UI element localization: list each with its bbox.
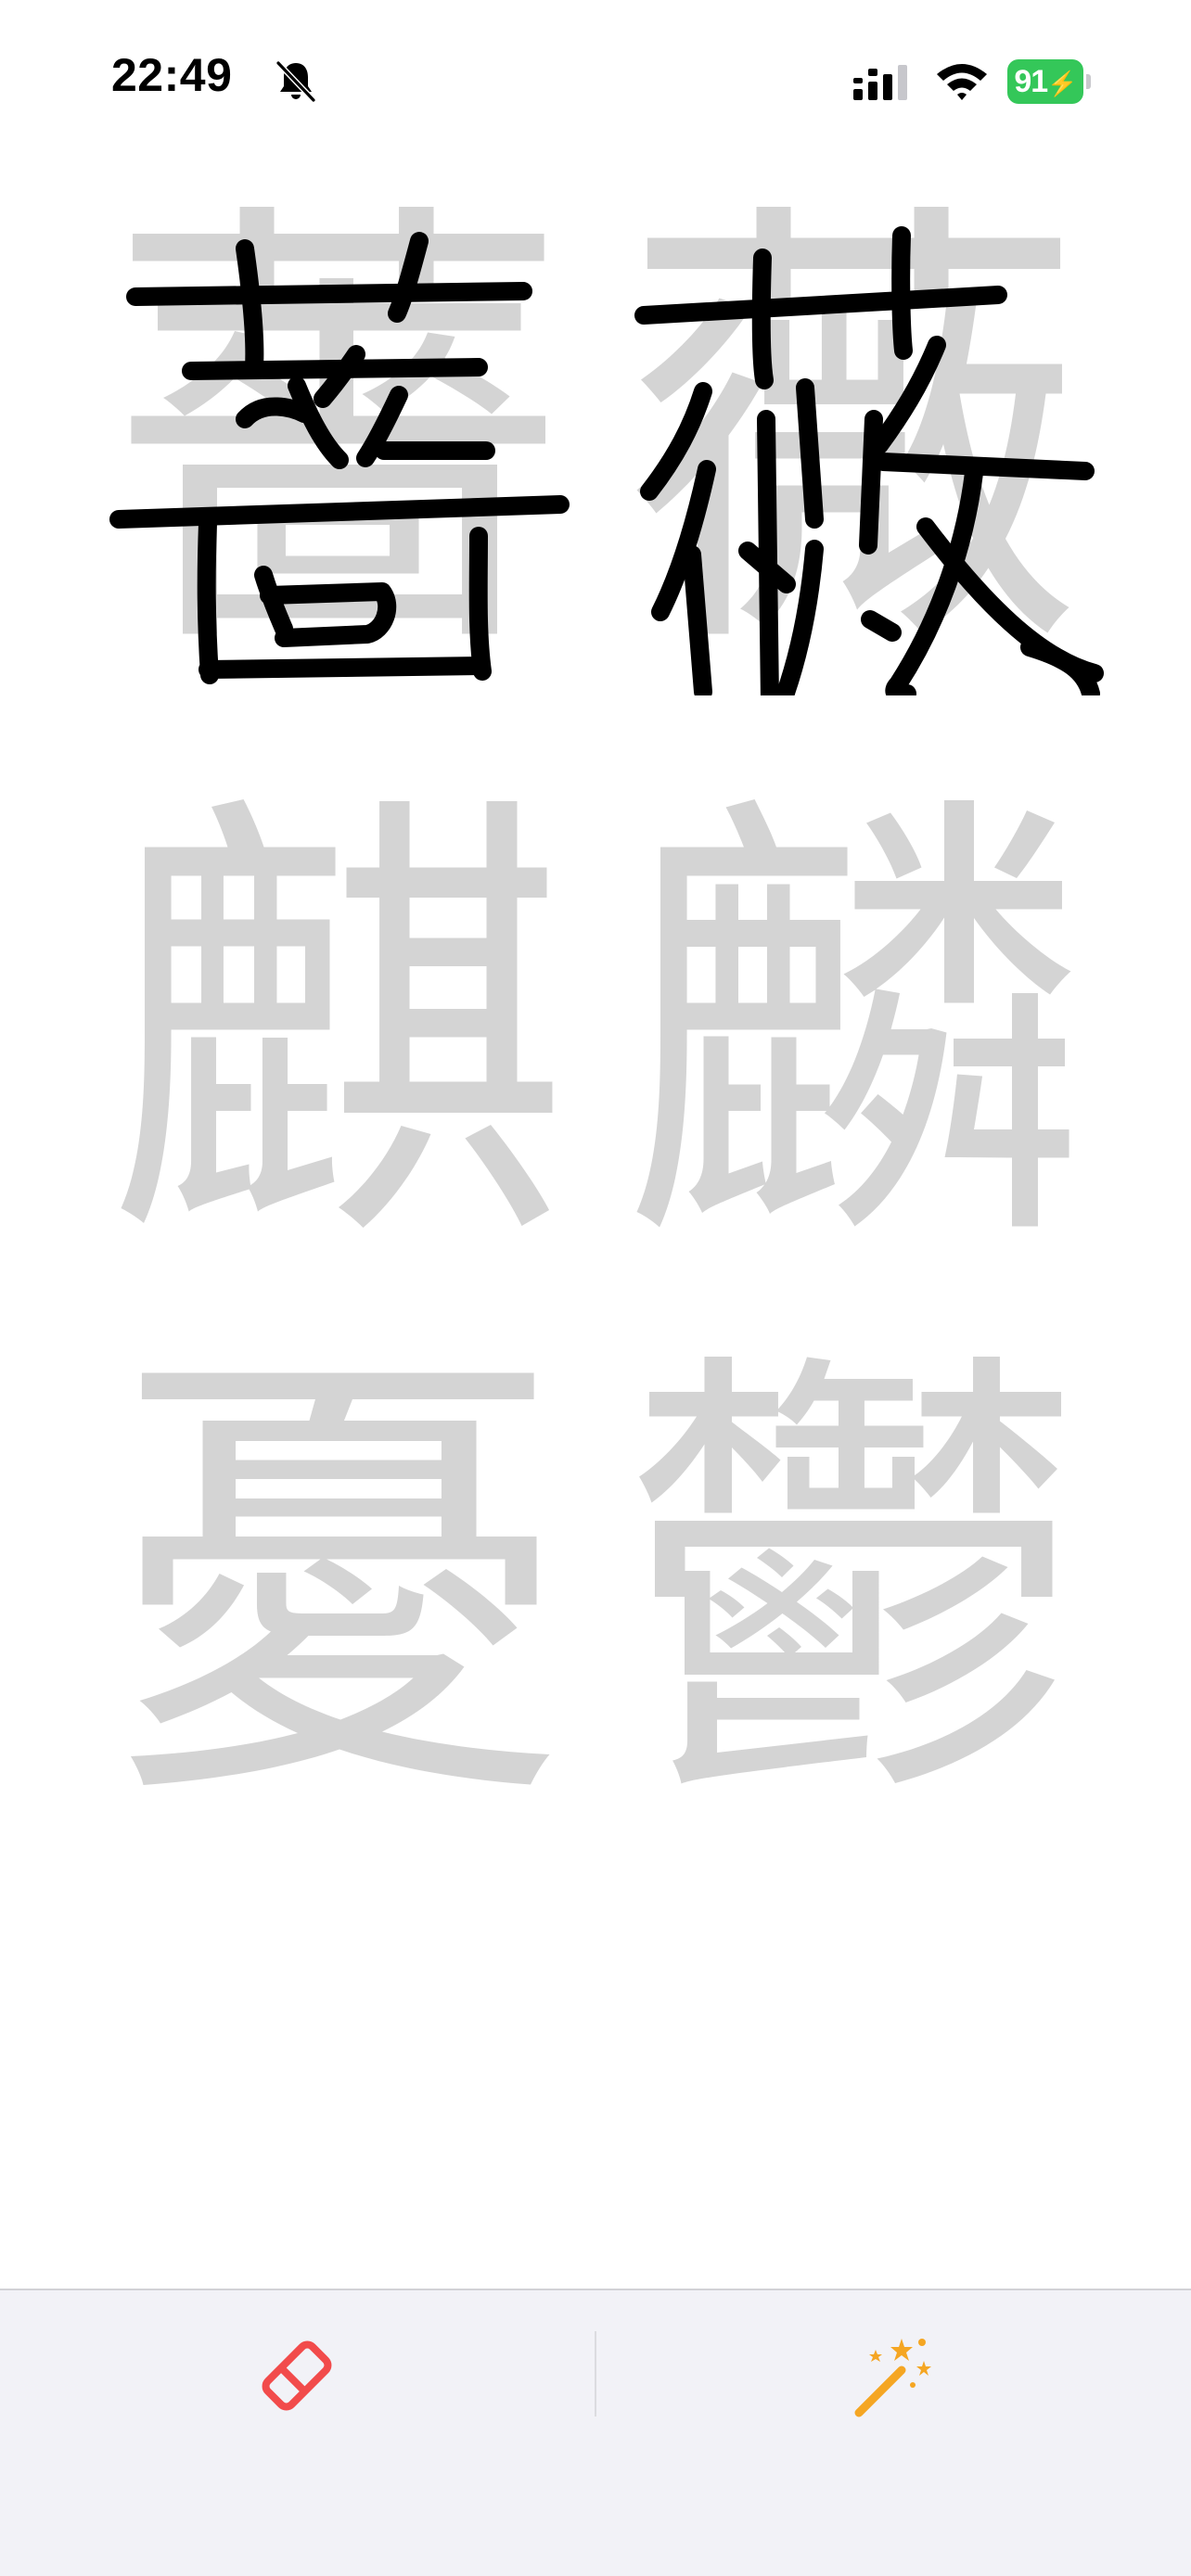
handwritten-strokes bbox=[109, 232, 570, 684]
battery-percent: 91 bbox=[1014, 64, 1048, 99]
eraser-icon bbox=[262, 2340, 332, 2411]
char-cell-5[interactable]: 憂 bbox=[78, 1326, 597, 1845]
guide-character: 麒 bbox=[106, 759, 570, 1299]
character-practice-area[interactable]: 薔 薇 麒 麟 憂 鬱 bbox=[0, 176, 1191, 1864]
guide-character: 麟 bbox=[621, 759, 1085, 1299]
battery-cap bbox=[1086, 74, 1091, 89]
battery-level: 91⚡ bbox=[1007, 59, 1083, 104]
magic-wand-icon bbox=[854, 2339, 931, 2417]
magic-wand-button[interactable] bbox=[820, 2316, 968, 2435]
status-bar: 22:49 91⚡ bbox=[0, 0, 1191, 139]
battery-icon: 91⚡ bbox=[1007, 59, 1093, 104]
guide-character: 憂 bbox=[106, 1316, 570, 1855]
char-cell-4[interactable]: 麟 bbox=[594, 770, 1113, 1289]
bell-slash-icon bbox=[275, 60, 316, 103]
char-cell-1[interactable]: 薔 bbox=[78, 176, 597, 695]
handwritten-strokes bbox=[634, 226, 1104, 695]
char-cell-3[interactable]: 麒 bbox=[78, 770, 597, 1289]
charging-bolt-icon: ⚡ bbox=[1047, 70, 1077, 97]
bottom-toolbar bbox=[0, 2289, 1191, 2576]
cellular-signal-icon bbox=[853, 65, 907, 100]
eraser-button[interactable] bbox=[223, 2316, 371, 2435]
guide-character: 鬱 bbox=[621, 1316, 1085, 1855]
handwriting-practice-screen: 22:49 91⚡ 薔 薇 麒 麟 憂 鬱 bbox=[0, 0, 1191, 2576]
char-cell-6[interactable]: 鬱 bbox=[594, 1326, 1113, 1845]
char-cell-2[interactable]: 薇 bbox=[594, 176, 1113, 695]
wifi-icon bbox=[937, 64, 987, 100]
status-time: 22:49 bbox=[111, 49, 233, 101]
toolbar-divider bbox=[595, 2331, 596, 2417]
